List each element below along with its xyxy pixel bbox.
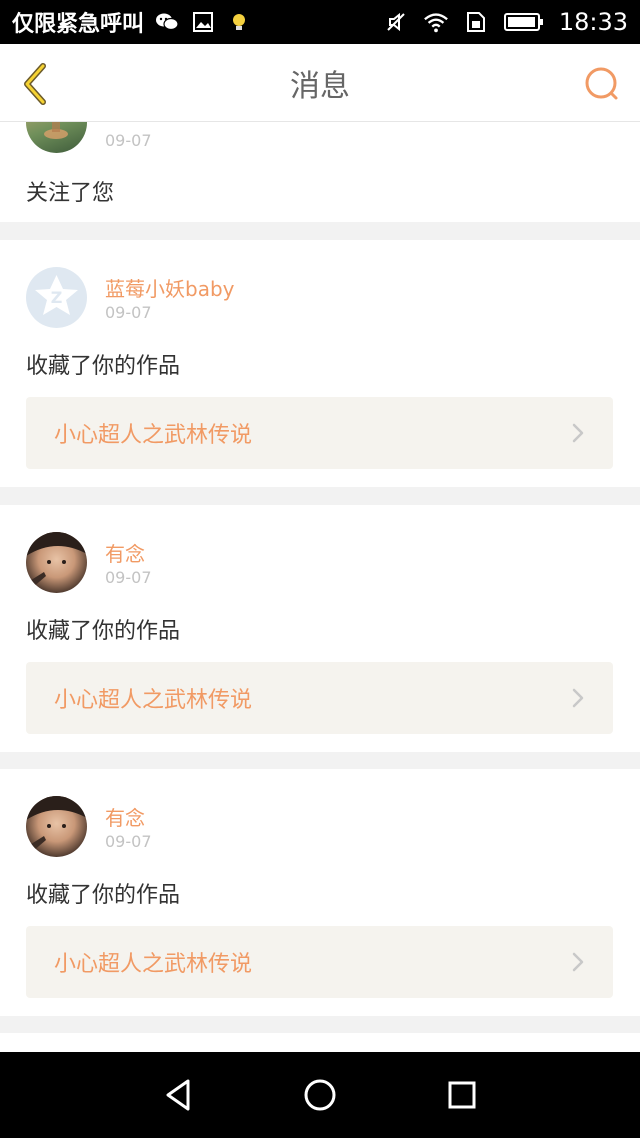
chevron-right-icon — [572, 423, 584, 443]
avatar[interactable] — [26, 532, 87, 593]
battery-icon — [503, 9, 545, 35]
circle-home-icon — [304, 1079, 336, 1111]
search-button[interactable] — [580, 62, 624, 106]
bulb-icon — [226, 9, 252, 35]
message-action: 收藏了你的作品 — [26, 883, 181, 908]
work-title: 小心超人之武林传说 — [54, 688, 253, 713]
image-icon — [190, 9, 216, 35]
work-link[interactable]: 小心超人之武林传说 — [26, 397, 613, 469]
status-bar: 仅限紧急呼叫 18:33 — [0, 0, 640, 44]
triangle-back-icon — [166, 1079, 190, 1111]
avatar[interactable] — [26, 122, 87, 153]
search-icon — [585, 67, 618, 100]
mute-icon — [383, 9, 409, 35]
message-action: 收藏了你的作品 — [26, 619, 181, 644]
work-title: 小心超人之武林传说 — [54, 952, 253, 977]
message-action: 关注了您 — [26, 181, 115, 206]
sim-icon — [463, 9, 489, 35]
work-link[interactable]: 小心超人之武林传说 — [26, 662, 613, 734]
message-username[interactable]: 有念 — [105, 802, 145, 831]
page-title: 消息 — [290, 69, 350, 104]
message-item[interactable]: 有念 09-07 收藏了你的作品 小心超人之武林传说 — [0, 505, 640, 752]
work-title: 小心超人之武林传说 — [54, 423, 253, 448]
message-action: 收藏了你的作品 — [26, 354, 181, 379]
wechat-icon — [154, 9, 180, 35]
svg-text:Z: Z — [51, 288, 63, 307]
header: 消息 — [0, 44, 640, 122]
chevron-right-icon — [572, 688, 584, 708]
message-date: 09-07 — [105, 832, 152, 851]
avatar[interactable] — [26, 796, 87, 857]
square-recents-icon — [448, 1081, 476, 1109]
message-date: 09-07 — [105, 131, 152, 150]
nav-recents-button[interactable] — [438, 1071, 486, 1119]
message-username[interactable]: 有念 — [105, 538, 145, 567]
message-item[interactable] — [0, 1033, 640, 1052]
message-list[interactable]: 09-07 关注了您 Z 蓝莓小妖baby 09-07 收藏了你的作品 小心超人… — [0, 122, 640, 1052]
nav-home-button[interactable] — [296, 1071, 344, 1119]
avatar[interactable]: Z — [26, 267, 87, 328]
chevron-right-icon — [572, 952, 584, 972]
message-username[interactable]: 蓝莓小妖baby — [105, 273, 234, 302]
message-date: 09-07 — [105, 568, 152, 587]
nav-back-button[interactable] — [154, 1071, 202, 1119]
message-item[interactable]: 09-07 关注了您 — [0, 122, 640, 222]
message-date: 09-07 — [105, 303, 152, 322]
default-avatar-icon: Z — [35, 275, 78, 315]
message-item[interactable]: Z 蓝莓小妖baby 09-07 收藏了你的作品 小心超人之武林传说 — [0, 240, 640, 487]
message-item[interactable]: 有念 09-07 收藏了你的作品 小心超人之武林传说 — [0, 769, 640, 1016]
navigation-bar — [0, 1052, 640, 1138]
work-link[interactable]: 小心超人之武林传说 — [26, 926, 613, 998]
status-time: 18:33 — [558, 8, 628, 36]
status-carrier-text: 仅限紧急呼叫 — [12, 12, 145, 37]
wifi-icon — [423, 9, 449, 35]
